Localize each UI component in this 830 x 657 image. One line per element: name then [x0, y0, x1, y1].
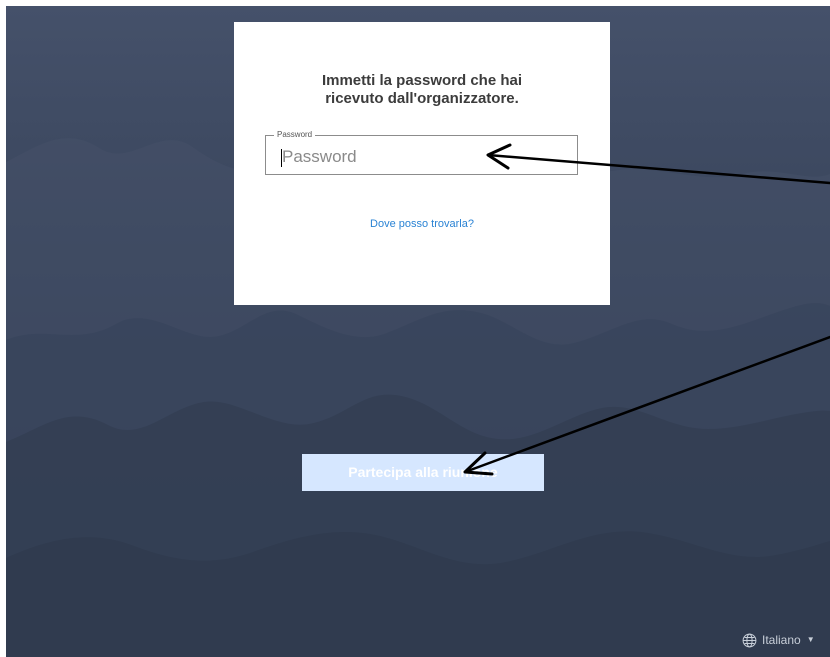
background-mountain-layer-4 — [6, 531, 830, 657]
language-selector[interactable]: Italiano ▼ — [742, 632, 815, 648]
password-field[interactable]: Password — [265, 130, 578, 175]
language-label: Italiano — [762, 633, 801, 647]
where-to-find-password-link[interactable]: Dove posso trovarla? — [234, 218, 610, 231]
password-instructions: Immetti la password che hai ricevuto dal… — [234, 72, 610, 108]
join-meeting-button[interactable]: Partecipa alla riunione — [302, 454, 544, 491]
password-instructions-line-2: ricevuto dall'organizzatore. — [325, 90, 519, 107]
password-input[interactable] — [282, 146, 562, 168]
globe-icon — [742, 633, 757, 647]
password-instructions-line-1: Immetti la password che hai — [321, 72, 523, 89]
meeting-password-screen: Immetti la password che hai ricevuto dal… — [6, 6, 830, 657]
chevron-down-icon: ▼ — [806, 635, 815, 644]
password-dialog: Immetti la password che hai ricevuto dal… — [234, 22, 610, 305]
password-field-label: Password — [274, 130, 316, 140]
